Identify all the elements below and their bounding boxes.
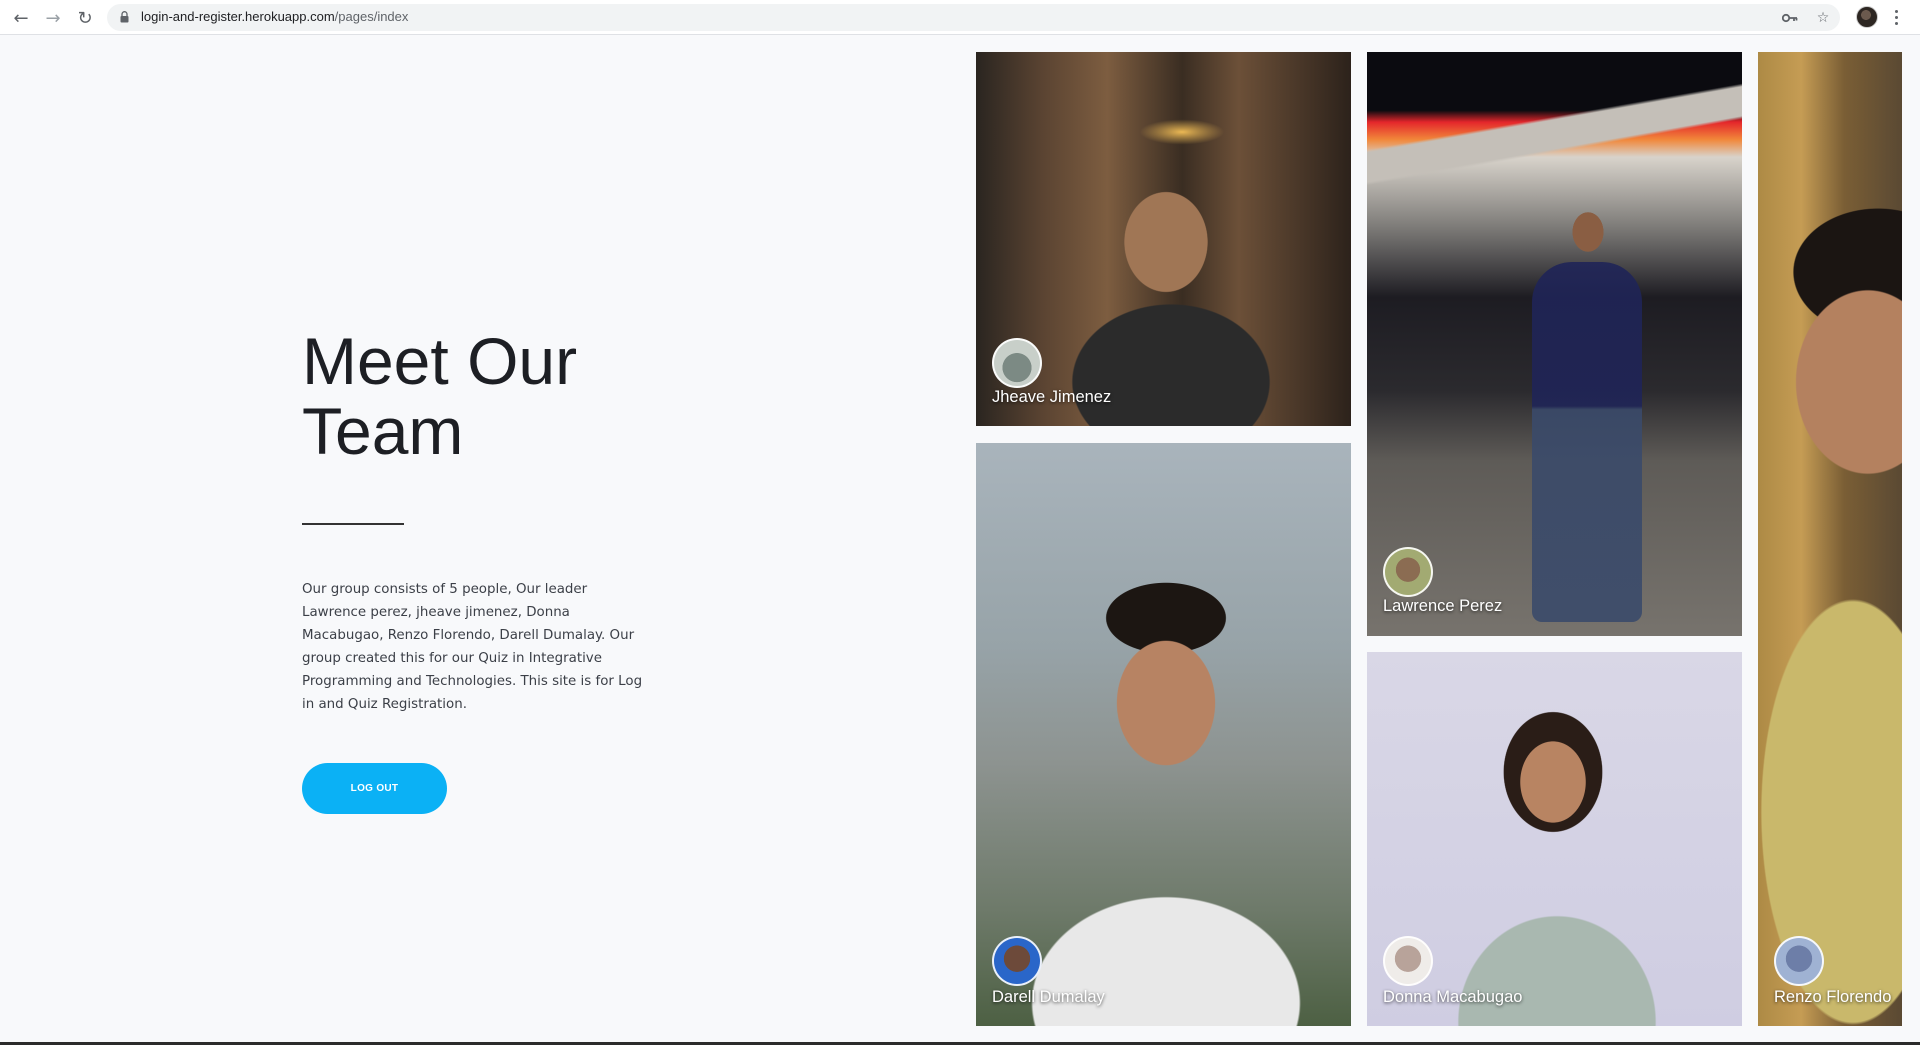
team-card-lawrence[interactable]: Lawrence Perez [1367,52,1742,636]
reload-icon[interactable]: ↻ [73,6,97,30]
back-icon[interactable]: ← [9,6,33,30]
browser-toolbar: ← → ↻ login-and-register.herokuapp.com/p… [0,0,1920,35]
menu-icon[interactable] [1890,6,1902,28]
title-divider [302,523,404,525]
logout-button[interactable]: LOG OUT [302,763,447,814]
team-card-jheave[interactable]: Jheave Jimenez [976,52,1351,426]
page-title: Meet Our Team [302,326,702,466]
url-text: login-and-register.herokuapp.com/pages/i… [141,9,408,24]
member-name: Darell Dumalay [992,988,1105,1006]
member-avatar [1383,547,1433,597]
lock-icon [120,11,129,23]
member-photo [1758,52,1902,1026]
title-line-1: Meet Our [302,324,578,398]
member-avatar [992,338,1042,388]
member-avatar [1774,936,1824,986]
forward-icon[interactable]: → [41,6,65,30]
member-name: Lawrence Perez [1383,597,1503,615]
star-icon[interactable]: ☆ [1814,9,1832,27]
key-icon[interactable] [1781,9,1799,27]
team-description: Our group consists of 5 people, Our lead… [302,582,643,712]
member-name: Renzo Florendo [1774,988,1892,1006]
url-host: login-and-register.herokuapp.com [141,9,335,24]
address-bar[interactable]: login-and-register.herokuapp.com/pages/i… [107,4,1840,31]
member-name: Jheave Jimenez [992,388,1112,406]
profile-avatar[interactable] [1856,6,1878,28]
member-avatar [992,936,1042,986]
team-card-darell[interactable]: Darell Dumalay [976,443,1351,1026]
title-line-2: Team [302,394,464,468]
member-avatar [1383,936,1433,986]
url-path: /pages/index [334,9,409,24]
member-figure [1532,262,1642,622]
member-name: Donna Macabugao [1383,988,1523,1006]
member-photo [976,443,1351,1026]
team-card-donna[interactable]: Donna Macabugao [1367,652,1742,1026]
team-card-renzo[interactable]: Renzo Florendo [1758,52,1902,1026]
